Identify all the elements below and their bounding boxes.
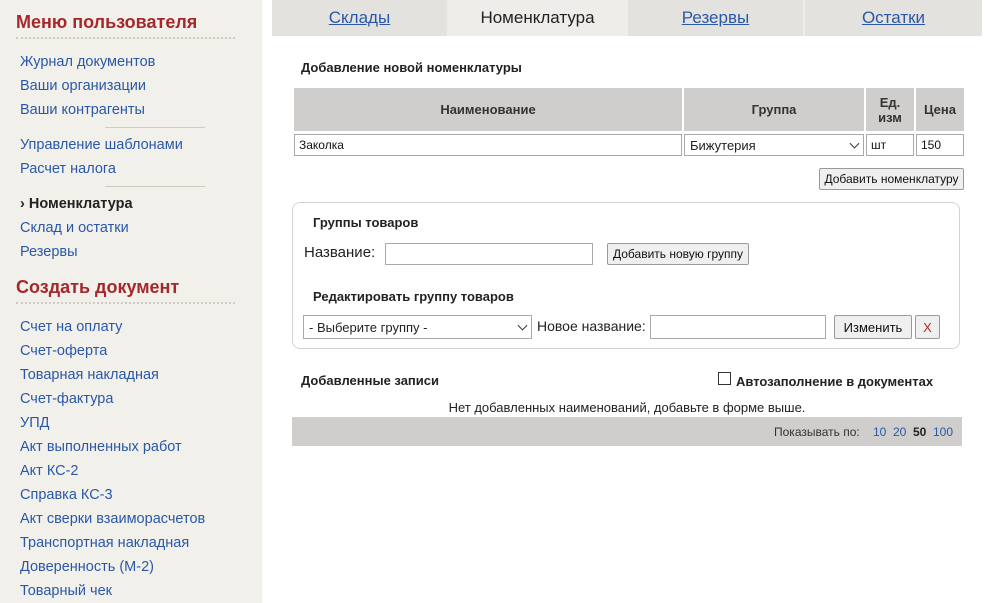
header-price: Цена: [916, 88, 964, 131]
menu-title-divider: [16, 37, 235, 39]
sidebar-item-contractors[interactable]: Ваши контрагенты: [20, 102, 145, 118]
autofill-checkbox[interactable]: [718, 372, 731, 385]
doc-ks3[interactable]: Справка КС-3: [20, 487, 113, 503]
tab-warehouses[interactable]: Склады: [272, 0, 447, 36]
edit-group-title: Редактировать группу товаров: [313, 289, 514, 304]
price-input[interactable]: [916, 134, 964, 156]
group-name-label: Название:: [304, 244, 376, 261]
records-title: Добавленные записи: [301, 373, 439, 388]
empty-message: Нет добавленных наименований, добавьте в…: [448, 400, 806, 415]
page-size-10[interactable]: 10: [873, 425, 886, 439]
autofill-label: Автозаполнение в документах: [736, 374, 934, 389]
new-name-label: Новое название:: [537, 318, 646, 334]
group-name-input[interactable]: [385, 243, 593, 265]
show-label: Показывать по:: [774, 425, 860, 439]
add-nomenclature-button[interactable]: Добавить номенклатуру: [819, 168, 964, 190]
doc-ks2[interactable]: Акт КС-2: [20, 463, 79, 479]
doc-transport[interactable]: Транспортная накладная: [20, 535, 189, 551]
content: Добавление новой номенклатуры Наименован…: [272, 36, 982, 466]
doc-power-of-attorney[interactable]: Доверенность (М-2): [20, 559, 154, 575]
header-unit-line1: Ед.: [879, 94, 901, 110]
doc-invoice[interactable]: Счет на оплату: [20, 319, 122, 335]
doc-work-act[interactable]: Акт выполненных работ: [20, 439, 182, 455]
groups-panel: Группы товаров Название: Добавить новую …: [292, 202, 960, 349]
groups-title: Группы товаров: [313, 215, 419, 230]
pagination-bar: Показывать по: 10 20 50 100: [292, 417, 962, 446]
sidebar-item-tax[interactable]: Расчет налога: [20, 161, 116, 177]
header-name: Наименование: [294, 88, 682, 131]
group-select-value: Бижутерия: [690, 137, 756, 153]
add-group-button[interactable]: Добавить новую группу: [607, 243, 749, 265]
sidebar-separator: [105, 186, 205, 187]
sidebar: Меню пользователя Журнал документов Ваши…: [0, 0, 262, 603]
doc-receipt[interactable]: Товарный чек: [20, 583, 112, 599]
change-button[interactable]: Изменить: [834, 315, 912, 339]
doc-tax-invoice[interactable]: Счет-фактура: [20, 391, 113, 407]
sidebar-item-organizations[interactable]: Ваши организации: [20, 78, 146, 94]
sidebar-separator: [105, 127, 205, 128]
header-unit-line2: изм: [878, 109, 902, 125]
menu-title: Меню пользователя: [16, 12, 198, 32]
edit-group-select-value: - Выберите группу -: [309, 319, 428, 335]
new-name-input[interactable]: [650, 315, 826, 339]
doc-upd[interactable]: УПД: [20, 415, 49, 431]
page-size-100[interactable]: 100: [933, 425, 953, 439]
add-section-title: Добавление новой номенклатуры: [301, 60, 522, 75]
chevron-down-icon: [849, 138, 860, 149]
chevron-down-icon: [517, 320, 528, 331]
edit-group-select[interactable]: - Выберите группу -: [303, 315, 532, 339]
tab-nomenclature[interactable]: Номенклатура: [449, 0, 626, 36]
tab-reserves[interactable]: Резервы: [628, 0, 803, 36]
active-marker-icon: ›: [20, 196, 25, 212]
header-unit: Ед. изм: [866, 88, 914, 131]
tab-balances[interactable]: Остатки: [805, 0, 982, 36]
page-size-50-current[interactable]: 50: [913, 425, 926, 439]
header-group: Группа: [684, 88, 864, 131]
doc-waybill[interactable]: Товарная накладная: [20, 367, 159, 383]
delete-group-button[interactable]: X: [915, 315, 940, 339]
page-size-20[interactable]: 20: [893, 425, 906, 439]
create-doc-divider: [16, 302, 235, 304]
sidebar-item-stock[interactable]: Склад и остатки: [20, 220, 129, 236]
create-doc-title: Создать документ: [16, 277, 180, 297]
sidebar-item-label: Номенклатура: [28, 196, 133, 212]
unit-input[interactable]: [866, 134, 914, 156]
doc-invoice-offer[interactable]: Счет-оферта: [20, 343, 107, 359]
doc-reconciliation[interactable]: Акт сверки взаиморасчетов: [20, 511, 205, 527]
sidebar-item-nomenclature[interactable]: › Номенклатура: [20, 196, 133, 212]
main-area: Склады Номенклатура Резервы Остатки Доба…: [272, 0, 982, 466]
sidebar-item-journal[interactable]: Журнал документов: [20, 54, 155, 70]
sidebar-item-reserves[interactable]: Резервы: [20, 244, 78, 260]
sidebar-item-templates[interactable]: Управление шаблонами: [20, 137, 183, 153]
name-input[interactable]: [294, 134, 682, 156]
group-select[interactable]: Бижутерия: [684, 134, 864, 156]
